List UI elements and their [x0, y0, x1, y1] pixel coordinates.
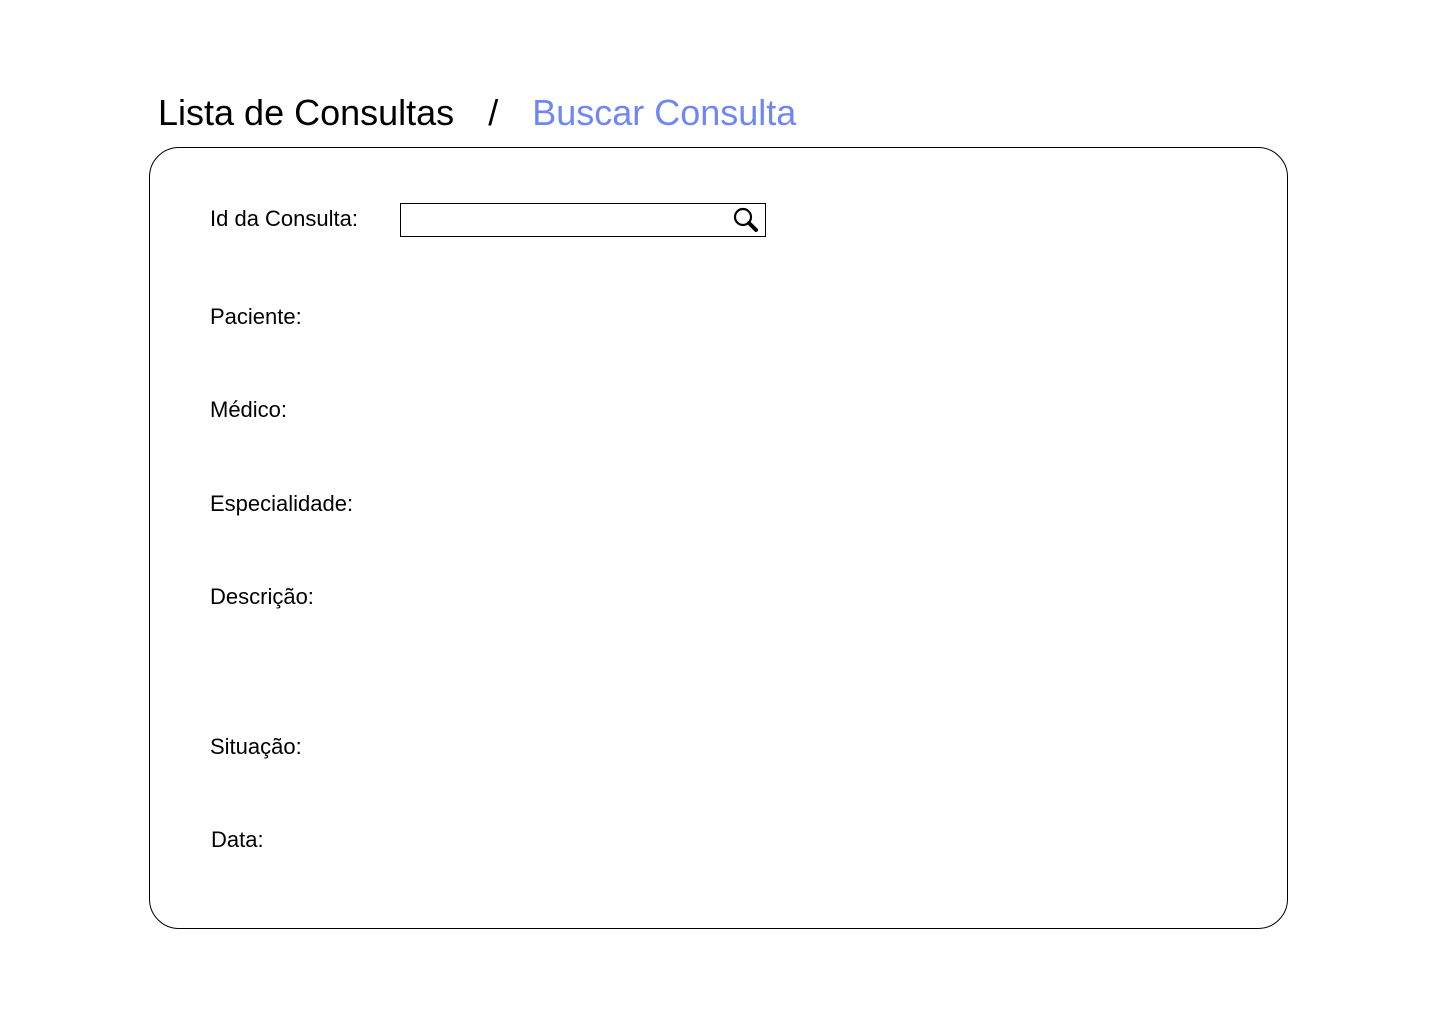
paciente-label: Paciente: [210, 304, 302, 329]
data-label: Data: [211, 827, 264, 852]
id-consulta-input[interactable] [401, 204, 731, 236]
breadcrumb-buscar-consulta[interactable]: Buscar Consulta [532, 88, 796, 138]
breadcrumb: Lista de Consultas / Buscar Consulta [158, 88, 796, 138]
situacao-label: Situação: [210, 734, 302, 759]
consulta-search-panel: Id da Consulta: Paciente: Médico: Especi… [149, 147, 1288, 929]
breadcrumb-lista-de-consultas[interactable]: Lista de Consultas [158, 88, 454, 138]
medico-label: Médico: [210, 397, 288, 422]
id-consulta-search-box [400, 203, 766, 237]
breadcrumb-separator: / [488, 92, 499, 133]
descricao-label: Descrição: [210, 584, 314, 609]
especialidade-label: Especialidade: [210, 491, 354, 516]
id-consulta-label: Id da Consulta: [210, 206, 358, 231]
search-icon[interactable] [731, 205, 761, 235]
